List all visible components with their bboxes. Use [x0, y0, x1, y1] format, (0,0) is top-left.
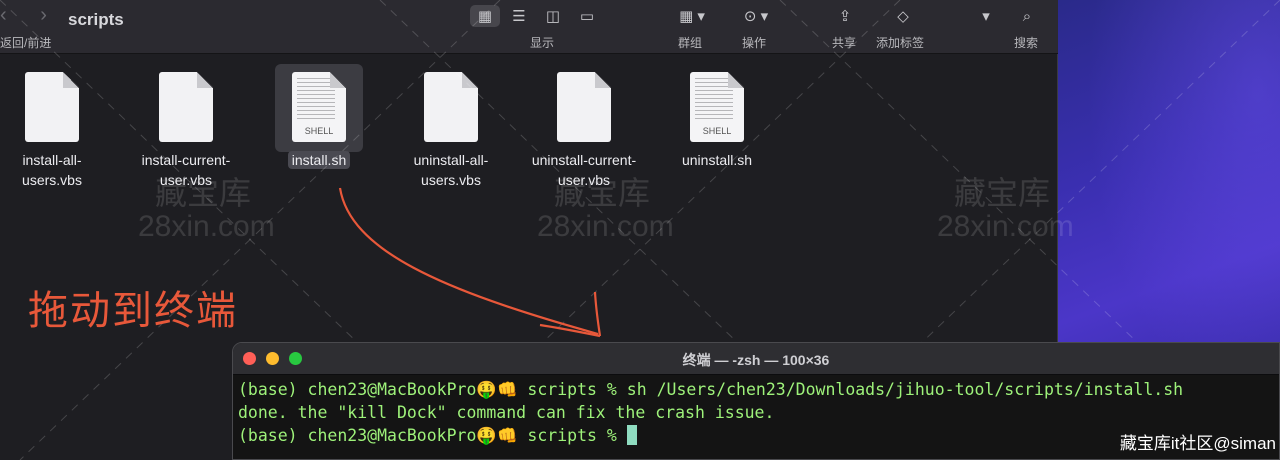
- credit-watermark: 藏宝库it社区@siman: [1119, 434, 1276, 453]
- terminal-line: (base) chen23@MacBookPro🤑👊 scripts % sh …: [238, 380, 1184, 399]
- terminal-titlebar: 终端 — -zsh — 100×36: [233, 343, 1279, 375]
- terminal-line: done. the "kill Dock" command can fix th…: [238, 403, 775, 422]
- terminal-title: 终端 — -zsh — 100×36: [682, 352, 830, 368]
- drag-hint-text: 拖动到终端: [28, 289, 238, 333]
- text-cursor: [626, 425, 637, 445]
